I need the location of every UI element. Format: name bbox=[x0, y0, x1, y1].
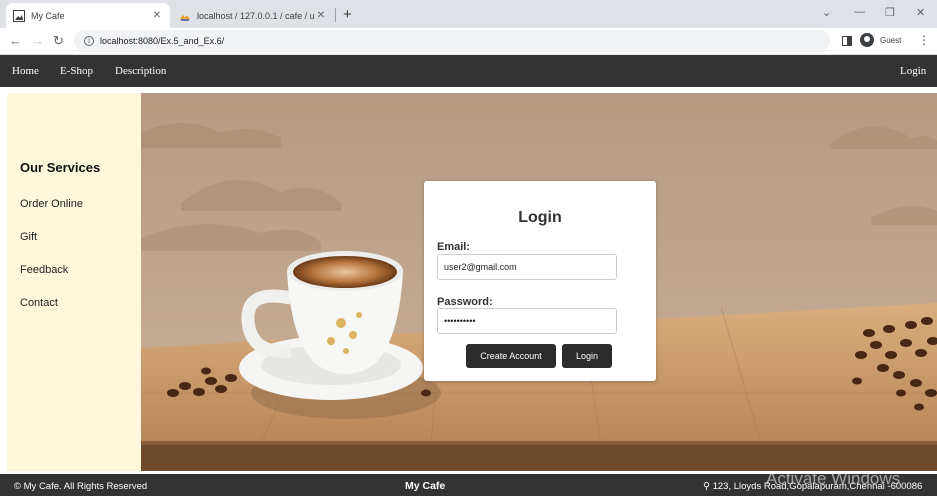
footer-copyright: © My Cafe. All Rights Reserved bbox=[14, 481, 148, 492]
email-label: Email: bbox=[437, 241, 471, 253]
profile-button[interactable]: Guest bbox=[860, 33, 901, 47]
sidebar-item-order-online[interactable]: Order Online bbox=[20, 198, 83, 210]
nav-description[interactable]: Description bbox=[115, 65, 166, 77]
login-title: Login bbox=[518, 209, 562, 226]
sidebar-item-gift[interactable]: Gift bbox=[20, 231, 37, 243]
nav-login[interactable]: Login bbox=[900, 65, 926, 77]
browser-toolbar: ← → ↻ i localhost:8080/Ex.5_and_Ex.6/ Gu… bbox=[0, 28, 937, 55]
back-icon[interactable]: ← bbox=[9, 33, 22, 48]
footer-brand: My Cafe bbox=[405, 480, 446, 492]
create-account-button[interactable]: Create Account bbox=[466, 344, 556, 368]
sidebar-item-feedback[interactable]: Feedback bbox=[20, 264, 68, 276]
tab-title: localhost / 127.0.0.1 / cafe / use bbox=[197, 10, 315, 21]
phpmyadmin-icon bbox=[180, 14, 190, 21]
image-icon bbox=[13, 9, 25, 22]
new-tab-icon[interactable]: + bbox=[343, 6, 352, 23]
restore-icon[interactable]: ❐ bbox=[885, 6, 895, 19]
site-navbar: Home E-Shop Description Login bbox=[0, 55, 937, 87]
activate-windows-watermark: Activate Windows bbox=[766, 469, 901, 488]
profile-label: Guest bbox=[880, 35, 902, 45]
tab-search-icon[interactable]: ⌄ bbox=[822, 6, 831, 19]
login-button[interactable]: Login bbox=[562, 344, 612, 368]
reload-icon[interactable]: ↻ bbox=[53, 33, 64, 49]
browser-tab-bar: My Cafe ✕ localhost / 127.0.0.1 / cafe /… bbox=[0, 0, 937, 28]
password-field[interactable]: •••••••••• bbox=[437, 308, 617, 334]
close-tab-icon[interactable]: ✕ bbox=[315, 10, 327, 21]
login-card: Login Email: user2@gmail.com Password: •… bbox=[424, 181, 656, 381]
address-text: localhost:8080/Ex.5_and_Ex.6/ bbox=[100, 36, 225, 46]
tab-title: My Cafe bbox=[31, 10, 65, 21]
sidebar-title: Our Services bbox=[20, 160, 101, 175]
close-window-icon[interactable]: ✕ bbox=[916, 6, 925, 19]
tab-my-cafe[interactable]: My Cafe ✕ bbox=[6, 3, 170, 28]
close-tab-icon[interactable]: ✕ bbox=[151, 10, 163, 21]
nav-home[interactable]: Home bbox=[12, 65, 39, 77]
minimize-icon[interactable]: — bbox=[854, 6, 865, 18]
password-label: Password: bbox=[437, 296, 493, 308]
tab-separator bbox=[335, 8, 336, 22]
menu-icon[interactable]: ⋮ bbox=[918, 33, 930, 47]
nav-e-shop[interactable]: E-Shop bbox=[60, 65, 93, 77]
avatar-icon bbox=[860, 33, 874, 47]
services-sidebar: Our Services Order Online Gift Feedback … bbox=[7, 93, 141, 471]
forward-icon[interactable]: → bbox=[31, 33, 44, 48]
location-pin-icon: ⚲ bbox=[703, 481, 710, 492]
address-bar[interactable]: i localhost:8080/Ex.5_and_Ex.6/ bbox=[74, 30, 830, 52]
email-field[interactable]: user2@gmail.com bbox=[437, 254, 617, 280]
site-info-icon[interactable]: i bbox=[84, 36, 94, 46]
side-panel-icon[interactable] bbox=[842, 36, 852, 46]
tab-phpmyadmin[interactable]: localhost / 127.0.0.1 / cafe / use ✕ bbox=[172, 3, 334, 28]
sidebar-item-contact[interactable]: Contact bbox=[20, 297, 58, 309]
